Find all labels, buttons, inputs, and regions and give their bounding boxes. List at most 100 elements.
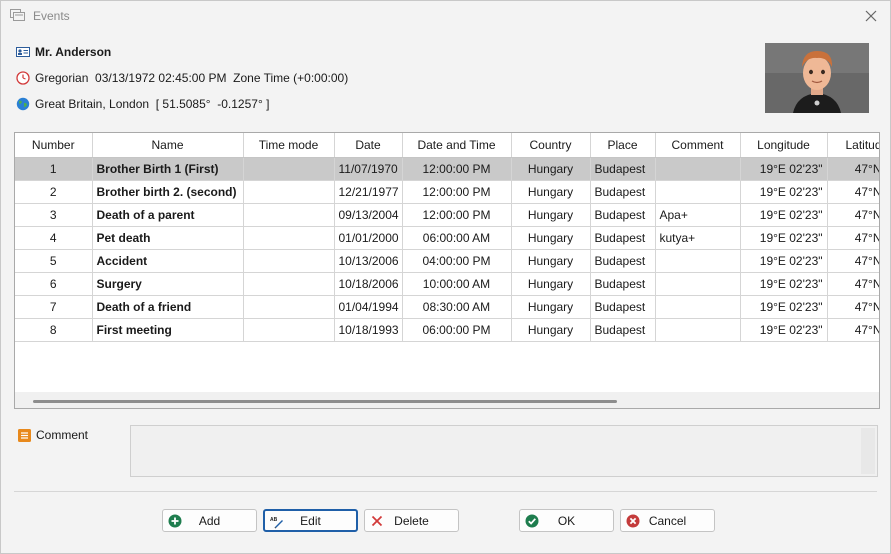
cell-country: Hungary — [511, 272, 591, 296]
edit-button[interactable]: AB Edit — [263, 509, 358, 532]
table-row[interactable]: 5 Accident 10/13/2006 04:00:00 PM Hungar… — [15, 249, 879, 273]
cell-comment: kutya+ — [655, 226, 741, 250]
cell-country: Hungary — [511, 157, 591, 181]
cell-comment — [655, 157, 741, 181]
check-circle-icon — [525, 514, 539, 528]
cell-country: Hungary — [511, 295, 591, 319]
column-header-date-and-time[interactable]: Date and Time — [402, 133, 512, 158]
cell-longitude: 19°E 02'23" — [740, 295, 828, 319]
cell-name: Accident — [92, 249, 244, 273]
cell-longitude: 19°E 02'23" — [740, 318, 828, 342]
cell-latitude: 47°N 29' — [827, 203, 879, 227]
cell-country: Hungary — [511, 249, 591, 273]
cell-latitude: 47°N 29' — [827, 157, 879, 181]
cell-comment — [655, 295, 741, 319]
cell-name: Death of a parent — [92, 203, 244, 227]
table-row[interactable]: 6 Surgery 10/18/2006 10:00:00 AM Hungary… — [15, 272, 879, 296]
table-row[interactable]: 4 Pet death 01/01/2000 06:00:00 AM Hunga… — [15, 226, 879, 250]
cell-name: Brother birth 2. (second) — [92, 180, 244, 204]
cell-number: 4 — [15, 226, 93, 250]
svg-text:AB: AB — [270, 517, 278, 523]
horizontal-scrollbar[interactable] — [15, 392, 879, 408]
cell-name: Brother Birth 1 (First) — [92, 157, 244, 181]
cell-datetime: 12:00:00 PM — [402, 180, 512, 204]
table-row[interactable]: 3 Death of a parent 09/13/2004 12:00:00 … — [15, 203, 879, 227]
column-header-comment[interactable]: Comment — [655, 133, 741, 158]
location-row: Great Britain, London [ 51.5085° -0.1257… — [16, 97, 269, 111]
cell-date: 01/04/1994 — [334, 295, 403, 319]
column-header-number[interactable]: Number — [15, 133, 93, 158]
cell-name: Surgery — [92, 272, 244, 296]
cell-place: Budapest — [590, 226, 656, 250]
cell-time-mode — [243, 249, 335, 273]
cell-latitude: 47°N 29' — [827, 272, 879, 296]
cell-longitude: 19°E 02'23" — [740, 180, 828, 204]
column-header-place[interactable]: Place — [590, 133, 656, 158]
cell-latitude: 47°N 29' — [827, 249, 879, 273]
cell-place: Budapest — [590, 180, 656, 204]
cell-date: 10/18/1993 — [334, 318, 403, 342]
cell-latitude: 47°N 29' — [827, 318, 879, 342]
cell-latitude: 47°N 29' — [827, 180, 879, 204]
cell-time-mode — [243, 157, 335, 181]
cell-place: Budapest — [590, 272, 656, 296]
comment-scrollbar[interactable] — [861, 428, 875, 474]
add-button[interactable]: Add — [162, 509, 257, 532]
person-name: Mr. Anderson — [35, 45, 112, 59]
cell-comment — [655, 272, 741, 296]
calendar-row: Gregorian 03/13/1972 02:45:00 PM Zone Ti… — [16, 71, 348, 85]
person-row: Mr. Anderson — [16, 45, 111, 59]
cell-datetime: 06:00:00 AM — [402, 226, 512, 250]
comment-textarea[interactable] — [130, 425, 878, 477]
column-header-time-mode[interactable]: Time mode — [243, 133, 335, 158]
column-header-longitude[interactable]: Longitude — [740, 133, 828, 158]
comment-label: Comment — [36, 428, 89, 442]
table-header: Number Name Time mode Date Date and Time… — [15, 133, 879, 158]
delete-button[interactable]: Delete — [364, 509, 459, 532]
column-header-latitude[interactable]: Latitude — [827, 133, 879, 158]
divider — [14, 491, 877, 492]
cell-longitude: 19°E 02'23" — [740, 272, 828, 296]
window-title: Events — [33, 9, 70, 23]
cell-latitude: 47°N 29' — [827, 226, 879, 250]
cancel-button[interactable]: Cancel — [620, 509, 715, 532]
cell-comment — [655, 180, 741, 204]
cell-date: 09/13/2004 — [334, 203, 403, 227]
calendar-info: Gregorian 03/13/1972 02:45:00 PM Zone Ti… — [35, 71, 349, 85]
cell-name: Death of a friend — [92, 295, 244, 319]
cell-date: 01/01/2000 — [334, 226, 403, 250]
cell-place: Budapest — [590, 249, 656, 273]
horizontal-scrollbar-thumb[interactable] — [33, 400, 617, 403]
column-header-country[interactable]: Country — [511, 133, 591, 158]
cell-date: 11/07/1970 — [334, 157, 403, 181]
cell-name: Pet death — [92, 226, 244, 250]
cell-name: First meeting — [92, 318, 244, 342]
avatar — [765, 43, 869, 113]
plus-circle-icon — [168, 514, 182, 528]
cell-longitude: 19°E 02'23" — [740, 249, 828, 273]
events-window-icon — [10, 9, 25, 21]
table-row[interactable]: 8 First meeting 10/18/1993 06:00:00 PM H… — [15, 318, 879, 342]
column-header-name[interactable]: Name — [92, 133, 244, 158]
cell-longitude: 19°E 02'23" — [740, 157, 828, 181]
cell-country: Hungary — [511, 203, 591, 227]
events-table: Number Name Time mode Date Date and Time… — [14, 132, 880, 409]
close-icon[interactable] — [865, 10, 877, 22]
cell-number: 8 — [15, 318, 93, 342]
cell-number: 3 — [15, 203, 93, 227]
cell-date: 10/13/2006 — [334, 249, 403, 273]
table-row[interactable]: 1 Brother Birth 1 (First) 11/07/1970 12:… — [15, 157, 879, 181]
table-row[interactable]: 2 Brother birth 2. (second) 12/21/1977 1… — [15, 180, 879, 204]
cell-place: Budapest — [590, 295, 656, 319]
ok-button[interactable]: OK — [519, 509, 614, 532]
column-header-date[interactable]: Date — [334, 133, 403, 158]
table-row[interactable]: 7 Death of a friend 01/04/1994 08:30:00 … — [15, 295, 879, 319]
cell-place: Budapest — [590, 203, 656, 227]
cell-number: 7 — [15, 295, 93, 319]
cell-comment: Apa+ — [655, 203, 741, 227]
comment-label-row: Comment — [18, 428, 88, 442]
cell-time-mode — [243, 272, 335, 296]
globe-icon — [16, 97, 30, 111]
cell-comment — [655, 249, 741, 273]
cell-country: Hungary — [511, 180, 591, 204]
